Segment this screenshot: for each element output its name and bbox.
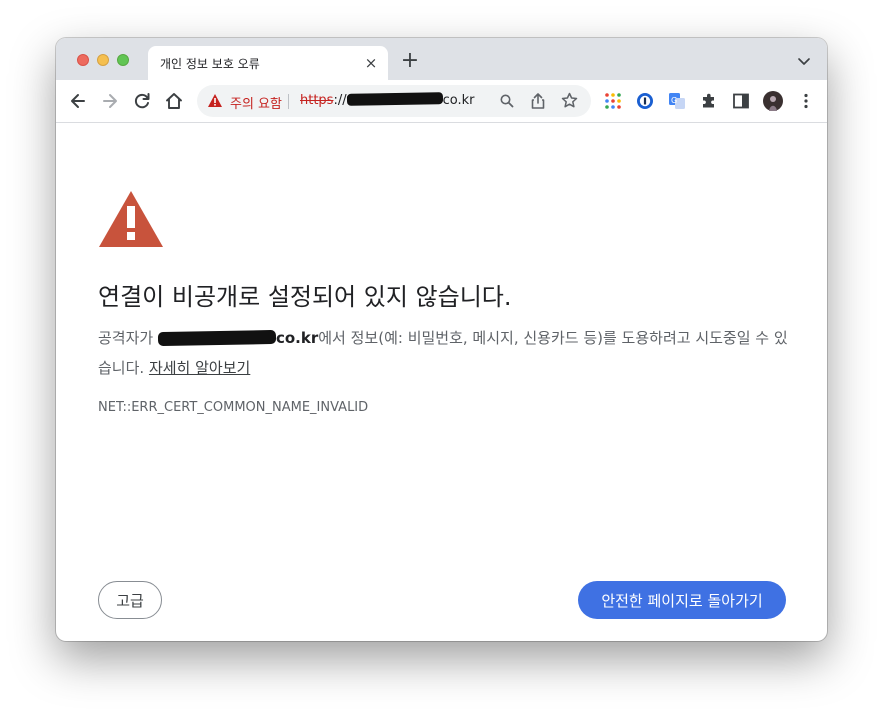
zoom-window-button[interactable] xyxy=(117,54,129,66)
explanation-prefix: 공격자가 xyxy=(98,329,158,347)
url-scheme: https xyxy=(300,93,334,108)
forward-icon[interactable] xyxy=(100,91,120,111)
warning-triangle-icon[interactable] xyxy=(207,93,223,108)
back-icon[interactable] xyxy=(68,91,88,111)
chevron-down-icon[interactable] xyxy=(796,53,812,69)
security-warning-label[interactable]: 주의 요함 xyxy=(230,93,282,112)
url-text[interactable]: https:// co.kr xyxy=(300,92,475,108)
password-manager-icon[interactable] xyxy=(635,91,655,111)
advanced-button[interactable]: 고급 xyxy=(98,581,162,619)
home-icon[interactable] xyxy=(164,91,184,111)
extensions-puzzle-icon[interactable] xyxy=(699,91,719,111)
tab-close-icon[interactable]: × xyxy=(362,54,380,72)
profile-avatar[interactable] xyxy=(763,91,783,111)
active-tab[interactable]: 개인 정보 보호 오류 × xyxy=(148,46,388,80)
warning-triangle-icon xyxy=(99,191,163,247)
apps-grid-icon[interactable] xyxy=(603,91,623,111)
svg-text:G: G xyxy=(671,96,677,105)
learn-more-link[interactable]: 자세히 알아보기 xyxy=(149,359,250,377)
error-code[interactable]: NET::ERR_CERT_COMMON_NAME_INVALID xyxy=(98,400,368,415)
new-tab-button[interactable]: + xyxy=(400,50,420,72)
tab-strip: 개인 정보 보호 오류 × + xyxy=(56,38,827,80)
translate-icon[interactable]: G xyxy=(667,91,687,111)
minimize-window-button[interactable] xyxy=(97,54,109,66)
share-icon[interactable] xyxy=(531,93,545,109)
back-to-safety-button[interactable]: 안전한 페이지로 돌아가기 xyxy=(578,581,786,619)
page-title: 연결이 비공개로 설정되어 있지 않습니다. xyxy=(98,283,512,311)
tab-title: 개인 정보 보호 오류 xyxy=(160,57,260,71)
more-menu-icon[interactable] xyxy=(796,91,816,111)
browser-toolbar: 주의 요함 https:// co.kr G xyxy=(56,80,827,123)
address-bar[interactable]: 주의 요함 https:// co.kr xyxy=(197,85,591,117)
browser-window: 개인 정보 보호 오류 × + 주의 요함 https:// co.kr G 연… xyxy=(56,38,827,641)
redacted-hostname xyxy=(346,92,443,106)
zoom-icon[interactable] xyxy=(500,94,514,108)
error-explanation: 공격자가 co.kr에서 정보(예: 비밀번호, 메시지, 신용카드 등)를 도… xyxy=(98,323,788,383)
reload-icon[interactable] xyxy=(132,91,152,111)
interstitial-page: 연결이 비공개로 설정되어 있지 않습니다. 공격자가 co.kr에서 정보(예… xyxy=(56,123,827,641)
host-suffix: co.kr xyxy=(275,329,319,347)
close-window-button[interactable] xyxy=(77,54,89,66)
bookmark-star-icon[interactable] xyxy=(561,92,578,109)
url-domain-suffix: co.kr xyxy=(442,93,475,108)
side-panel-icon[interactable] xyxy=(731,91,751,111)
redacted-hostname xyxy=(157,329,277,347)
omnibox-divider xyxy=(288,94,289,109)
url-separator: :// xyxy=(333,93,347,108)
host-name: co.kr xyxy=(157,329,319,347)
